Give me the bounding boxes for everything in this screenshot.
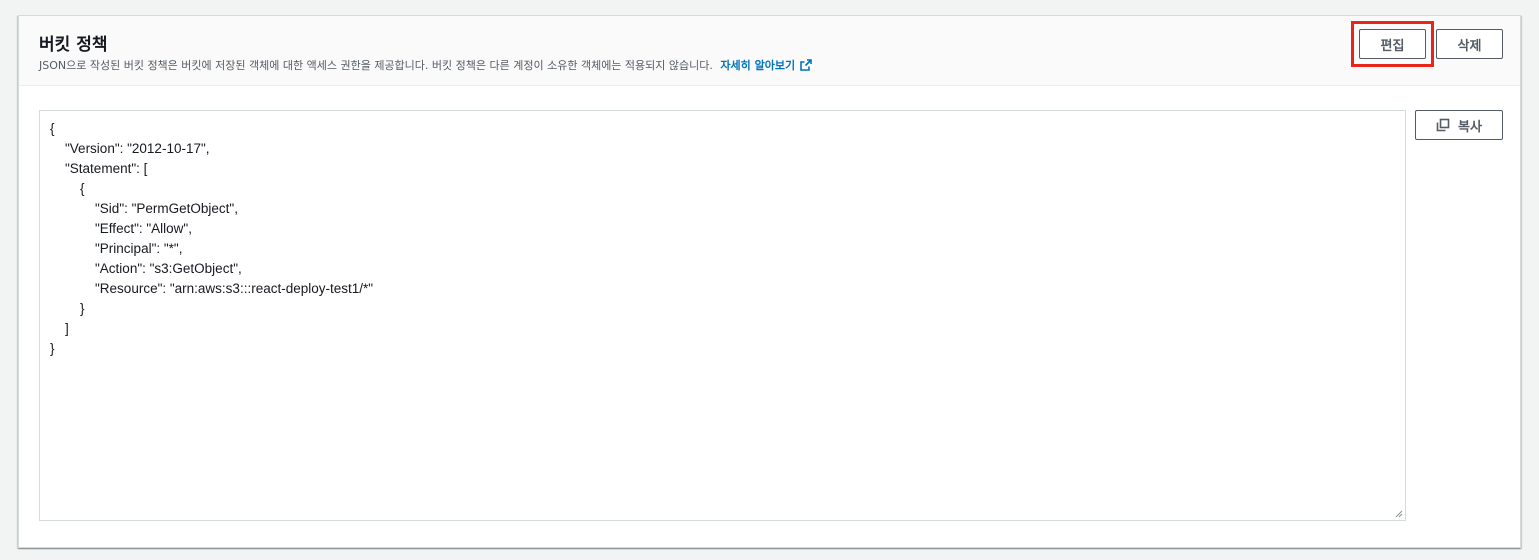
policy-json-text: { "Version": "2012-10-17", "Statement": … [50, 121, 374, 356]
copy-button-label: 복사 [1458, 119, 1482, 135]
panel-title: 버킷 정책 [39, 35, 108, 55]
bucket-policy-panel: 버킷 정책 JSON으로 작성된 버킷 정책은 버킷에 저장된 객체에 대한 액… [18, 15, 1521, 548]
learn-more-label: 자세히 알아보기 [720, 59, 796, 72]
edit-button-label: 편집 [1380, 38, 1405, 54]
copy-button[interactable]: 복사 [1415, 110, 1503, 140]
delete-button[interactable]: 삭제 [1436, 29, 1503, 59]
panel-description: JSON으로 작성된 버킷 정책은 버킷에 저장된 객체에 대한 액세스 권한을… [39, 57, 812, 73]
delete-button-label: 삭제 [1457, 38, 1482, 54]
resize-handle-icon[interactable] [1395, 510, 1403, 518]
edit-button[interactable]: 편집 [1359, 29, 1426, 59]
policy-json-textarea[interactable]: { "Version": "2012-10-17", "Statement": … [39, 110, 1406, 521]
panel-header: 버킷 정책 JSON으로 작성된 버킷 정책은 버킷에 저장된 객체에 대한 액… [19, 16, 1520, 86]
learn-more-link[interactable]: 자세히 알아보기 [720, 59, 812, 72]
copy-icon [1436, 118, 1450, 132]
external-link-icon [800, 59, 812, 71]
description-text: JSON으로 작성된 버킷 정책은 버킷에 저장된 객체에 대한 액세스 권한을… [39, 59, 713, 72]
